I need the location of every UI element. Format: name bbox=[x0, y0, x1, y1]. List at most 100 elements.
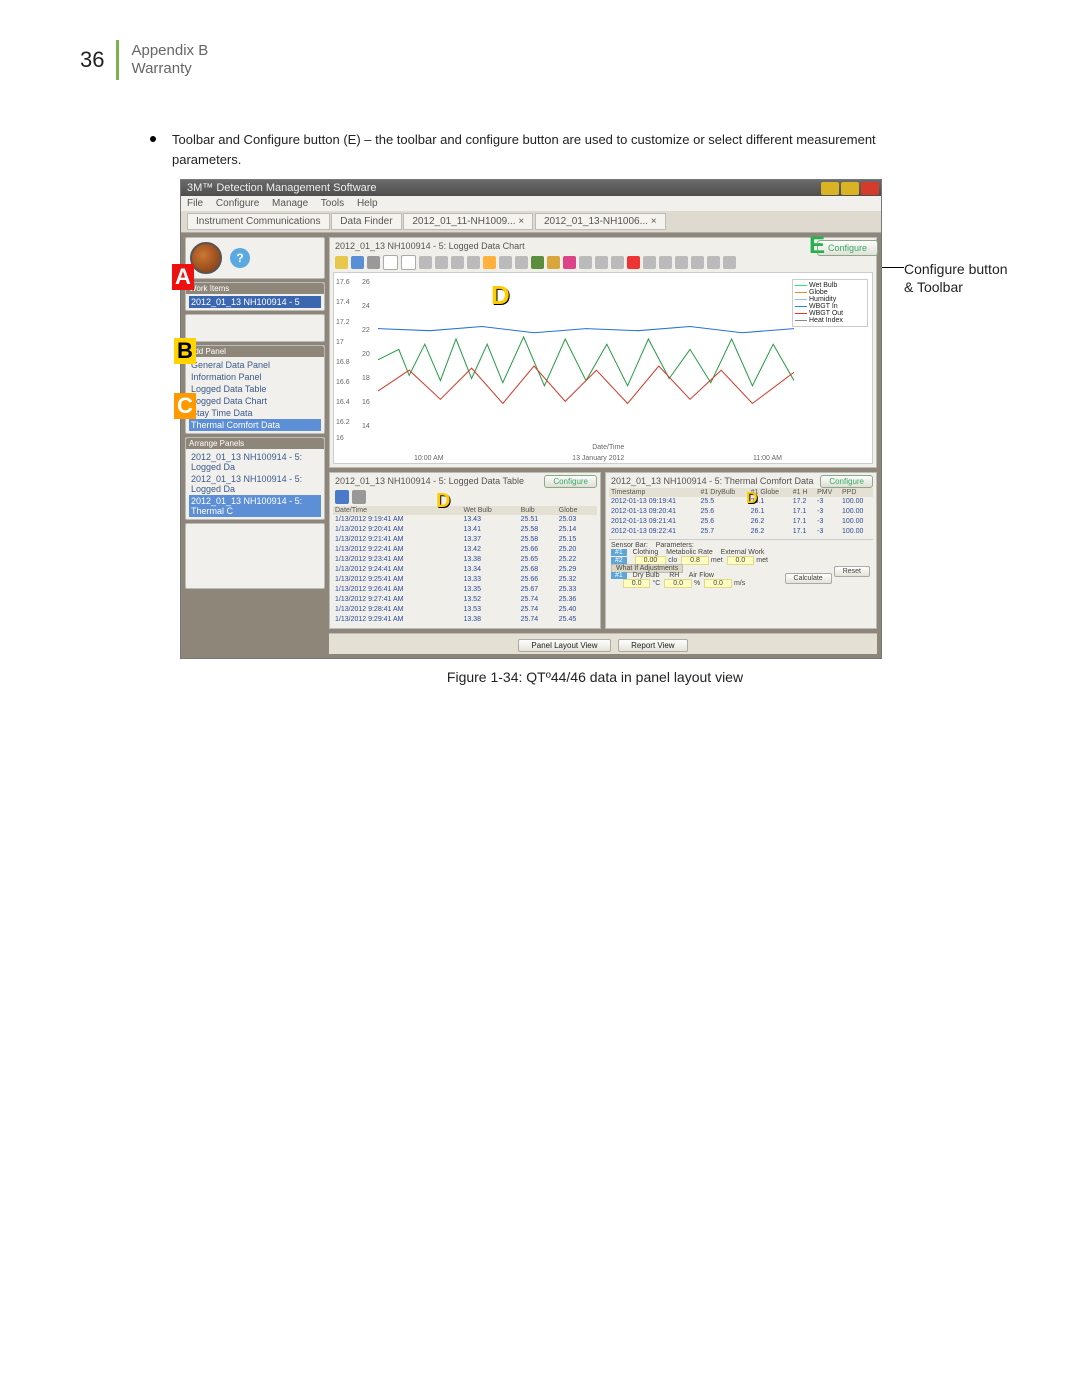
table-row[interactable]: 1/13/2012 9:24:41 AM13.3425.6825.29 bbox=[333, 565, 597, 575]
help-icon[interactable]: ? bbox=[230, 248, 250, 268]
table-row[interactable]: 1/13/2012 9:19:41 AM13.4325.5125.03 bbox=[333, 515, 597, 525]
configure-button-table[interactable]: Configure bbox=[544, 475, 597, 488]
new-icon[interactable] bbox=[383, 255, 398, 270]
menu-manage[interactable]: Manage bbox=[272, 198, 308, 209]
sidebar-item-staytime[interactable]: Stay Time Data bbox=[189, 407, 321, 419]
line-icon[interactable] bbox=[707, 256, 720, 269]
configure-button-comfort[interactable]: Configure bbox=[820, 475, 873, 488]
table-row[interactable]: 1/13/2012 9:23:41 AM13.3825.6525.22 bbox=[333, 555, 597, 565]
col-h1[interactable]: #1 H bbox=[791, 488, 815, 497]
save-icon[interactable] bbox=[335, 490, 349, 504]
sensor-radio-2[interactable]: #2 bbox=[611, 557, 627, 564]
hresize-icon[interactable] bbox=[579, 256, 592, 269]
menu-tools[interactable]: Tools bbox=[321, 198, 344, 209]
table-row[interactable]: 1/13/2012 9:21:41 AM13.3725.5825.15 bbox=[333, 535, 597, 545]
grid-icon[interactable] bbox=[499, 256, 512, 269]
tab-session2[interactable]: 2012_01_13-NH1006... × bbox=[535, 213, 666, 230]
cursor-icon[interactable] bbox=[419, 256, 432, 269]
panel-layout-view-button[interactable]: Panel Layout View bbox=[518, 639, 610, 652]
calculate-button[interactable]: Calculate bbox=[785, 573, 832, 584]
print-icon[interactable] bbox=[352, 490, 366, 504]
arrange-item-2[interactable]: 2012_01_13 NH100914 - 5: Logged Da bbox=[189, 473, 321, 495]
export-icon[interactable] bbox=[531, 256, 544, 269]
work-item-selected[interactable]: 2012_01_13 NH100914 - 5 bbox=[189, 296, 321, 308]
print-icon[interactable] bbox=[367, 256, 380, 269]
save-icon[interactable] bbox=[351, 256, 364, 269]
table-row[interactable]: 2012-01-13 09:19:4125.526.117.2-3100.00 bbox=[609, 497, 873, 507]
col-ppd[interactable]: PPD bbox=[840, 488, 873, 497]
table-row[interactable]: 2012-01-13 09:22:4125.726.217.1-3100.00 bbox=[609, 527, 873, 537]
chart-toolbar[interactable] bbox=[333, 253, 873, 272]
col-bulb[interactable]: Bulb bbox=[519, 506, 557, 515]
col-globe[interactable]: Globe bbox=[557, 506, 597, 515]
menu-bar[interactable]: File Configure Manage Tools Help bbox=[181, 196, 881, 211]
arrange-item-1[interactable]: 2012_01_13 NH100914 - 5: Logged Da bbox=[189, 451, 321, 473]
sidebar-item-logchart[interactable]: Logged Data Chart bbox=[189, 395, 321, 407]
menu-configure[interactable]: Configure bbox=[216, 198, 259, 209]
zoom-out-icon[interactable] bbox=[467, 256, 480, 269]
table-row[interactable]: 2012-01-13 09:20:4125.626.117.1-3100.00 bbox=[609, 507, 873, 517]
sidebar-item-general[interactable]: General Data Panel bbox=[189, 359, 321, 371]
table-cell: 25.51 bbox=[519, 515, 557, 525]
col-pmv[interactable]: PMV bbox=[815, 488, 840, 497]
table-row[interactable]: 1/13/2012 9:28:41 AM13.5325.7425.40 bbox=[333, 605, 597, 615]
close-icon[interactable] bbox=[861, 182, 879, 195]
minimize-icon[interactable] bbox=[821, 182, 839, 195]
pointer-icon[interactable] bbox=[691, 256, 704, 269]
toolbar-icon[interactable] bbox=[335, 256, 348, 269]
table-row[interactable]: 1/13/2012 9:20:41 AM13.4125.5825.14 bbox=[333, 525, 597, 535]
grid2-icon[interactable] bbox=[515, 256, 528, 269]
crosshair-icon[interactable] bbox=[675, 256, 688, 269]
table-row[interactable]: 1/13/2012 9:22:41 AM13.4225.6625.20 bbox=[333, 545, 597, 555]
tab-session1[interactable]: 2012_01_11-NH1009... × bbox=[403, 213, 533, 230]
haxis-icon[interactable] bbox=[659, 256, 672, 269]
menu-file[interactable]: File bbox=[187, 198, 203, 209]
sidebar-item-thermal[interactable]: Thermal Comfort Data bbox=[189, 419, 321, 431]
table-row[interactable]: 1/13/2012 9:25:41 AM13.3325.6625.32 bbox=[333, 575, 597, 585]
col-timestamp[interactable]: Timestamp bbox=[609, 488, 699, 497]
tab-instrument[interactable]: Instrument Communications bbox=[187, 213, 330, 230]
zoom-in-icon[interactable] bbox=[451, 256, 464, 269]
table-cell: 1/13/2012 9:22:41 AM bbox=[333, 545, 461, 555]
logged-data-table[interactable]: Date/Time Wet Bulb Bulb Globe 1/13/2012 … bbox=[333, 506, 597, 625]
reset-button[interactable]: Reset bbox=[834, 566, 870, 577]
table-row[interactable]: 1/13/2012 9:26:41 AM13.3525.6725.33 bbox=[333, 585, 597, 595]
col-wetbulb[interactable]: Wet Bulb bbox=[461, 506, 518, 515]
maximize-icon[interactable] bbox=[841, 182, 859, 195]
lightbulb-icon[interactable] bbox=[483, 256, 496, 269]
comfort-data-table[interactable]: Timestamp #1 DryBulb #1 Globe #1 H PMV P… bbox=[609, 488, 873, 537]
crop-icon[interactable] bbox=[595, 256, 608, 269]
color-icon[interactable] bbox=[563, 256, 576, 269]
col-drybulb[interactable]: #1 DryBulb bbox=[699, 488, 749, 497]
table-row[interactable]: 2012-01-13 09:21:4125.626.217.1-3100.00 bbox=[609, 517, 873, 527]
menu-help[interactable]: Help bbox=[357, 198, 378, 209]
add-panel-header: Add Panel bbox=[186, 346, 324, 357]
chart-area[interactable]: Wet Bulb Globe Humidity WBGT In WBGT Out… bbox=[333, 272, 873, 464]
report-view-button[interactable]: Report View bbox=[618, 639, 687, 652]
sensor-radio[interactable]: #1 bbox=[611, 549, 627, 556]
table-row[interactable]: 1/13/2012 9:29:41 AM13.3825.7425.45 bbox=[333, 615, 597, 625]
area-icon[interactable] bbox=[723, 256, 736, 269]
table-row[interactable]: 1/13/2012 9:27:41 AM13.5225.7425.36 bbox=[333, 595, 597, 605]
metabolic-field[interactable]: 0.8 bbox=[681, 556, 709, 565]
airflow-field[interactable]: 0.0 bbox=[704, 579, 732, 588]
text-icon[interactable] bbox=[611, 256, 624, 269]
configure-button[interactable]: Configure bbox=[817, 240, 878, 256]
drybulb-field[interactable]: 0.0 bbox=[623, 579, 651, 588]
tab-bar[interactable]: Instrument Communications Data Finder 20… bbox=[181, 211, 881, 233]
marker-icon[interactable] bbox=[627, 256, 640, 269]
wi-radio[interactable]: #1 bbox=[611, 572, 627, 579]
metabolic-label: Metabolic Rate bbox=[666, 549, 713, 556]
open-icon[interactable] bbox=[401, 255, 416, 270]
settings-icon[interactable] bbox=[547, 256, 560, 269]
window-titlebar[interactable]: 3M™ Detection Management Software bbox=[181, 180, 881, 196]
vaxis-icon[interactable] bbox=[643, 256, 656, 269]
tab-datafinder[interactable]: Data Finder bbox=[331, 213, 401, 230]
external-field[interactable]: 0.0 bbox=[727, 556, 755, 565]
sidebar-item-logtable[interactable]: Logged Data Table bbox=[189, 383, 321, 395]
pan-icon[interactable] bbox=[435, 256, 448, 269]
sidebar-item-info[interactable]: Information Panel bbox=[189, 371, 321, 383]
arrange-item-3[interactable]: 2012_01_13 NH100914 - 5: Thermal C bbox=[189, 495, 321, 517]
rh-field[interactable]: 0.0 bbox=[664, 579, 692, 588]
header-line2: Warranty bbox=[131, 60, 208, 78]
